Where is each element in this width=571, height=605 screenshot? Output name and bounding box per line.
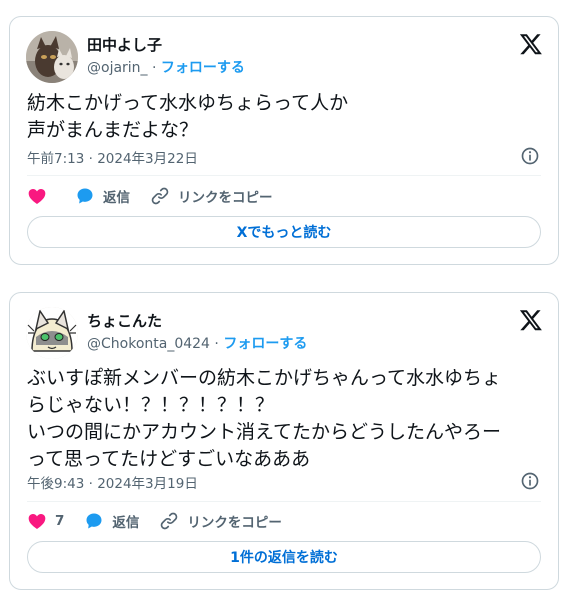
embedded-post: 田中よし子 @ojarin_ · フォローする 紡木こかげって水水ゆちょらって人… <box>9 16 559 265</box>
divider <box>27 501 541 502</box>
post-text: 紡木こかげって水水ゆちょらって人か 声がまんまだよな？ <box>27 92 349 141</box>
reply-bubble-icon <box>86 513 102 529</box>
reply-button[interactable]: 返信 <box>84 511 139 531</box>
copy-link-button[interactable]: リンクをコピー <box>159 511 282 531</box>
action-bar: 返信 リンクをコピー <box>27 184 293 208</box>
handle[interactable]: @Chokonta_0424 <box>87 336 210 352</box>
action-bar: 7 返信 リンクをコピー <box>27 509 302 533</box>
separator: · <box>147 60 161 76</box>
follow-button[interactable]: フォローする <box>161 60 245 76</box>
embedded-post: ちょこんた @Chokonta_0424 · フォローする ぶいすぽ新メンバーの… <box>9 292 559 590</box>
copy-link-label: リンクをコピー <box>178 190 273 206</box>
reply-button[interactable]: 返信 <box>75 186 130 206</box>
reply-label: 返信 <box>112 515 140 531</box>
handle-line: @ojarin_ · フォローする <box>87 57 245 77</box>
read-more-button[interactable]: Xでもっと読む <box>27 216 541 248</box>
timestamp[interactable]: 午前7:13 · 2024年3月22日 <box>27 147 198 167</box>
x-logo-icon[interactable] <box>519 32 543 56</box>
post-text: ぶいすぽ新メンバーの紡木こかげちゃんって水水ゆちょ らじゃない！？！？！？！？ … <box>27 367 502 470</box>
heart-icon <box>28 189 46 204</box>
follow-button[interactable]: フォローする <box>223 336 307 352</box>
reply-bubble-icon <box>77 188 93 204</box>
reply-label: 返信 <box>103 190 130 206</box>
like-button[interactable] <box>27 186 55 206</box>
avatar[interactable] <box>26 307 78 359</box>
display-name[interactable]: 田中よし子 <box>87 34 162 55</box>
like-button[interactable]: 7 <box>27 511 64 531</box>
divider <box>27 175 541 176</box>
separator: · <box>209 336 224 352</box>
heart-icon <box>28 514 46 529</box>
avatar[interactable] <box>26 31 78 83</box>
copy-link-button[interactable]: リンクをコピー <box>150 186 273 206</box>
timestamp[interactable]: 午後9:43 · 2024年3月19日 <box>27 472 198 492</box>
link-icon <box>161 512 178 530</box>
copy-link-label: リンクをコピー <box>187 515 282 531</box>
handle-line: @Chokonta_0424 · フォローする <box>87 333 307 353</box>
link-icon <box>151 187 169 205</box>
display-name[interactable]: ちょこんた <box>87 310 162 331</box>
handle[interactable]: @ojarin_ <box>87 60 148 76</box>
x-logo-icon[interactable] <box>519 308 543 332</box>
like-count: 7 <box>55 513 65 529</box>
info-icon[interactable] <box>520 146 540 166</box>
info-icon[interactable] <box>520 471 540 491</box>
read-replies-button[interactable]: 1件の返信を読む <box>27 541 541 573</box>
